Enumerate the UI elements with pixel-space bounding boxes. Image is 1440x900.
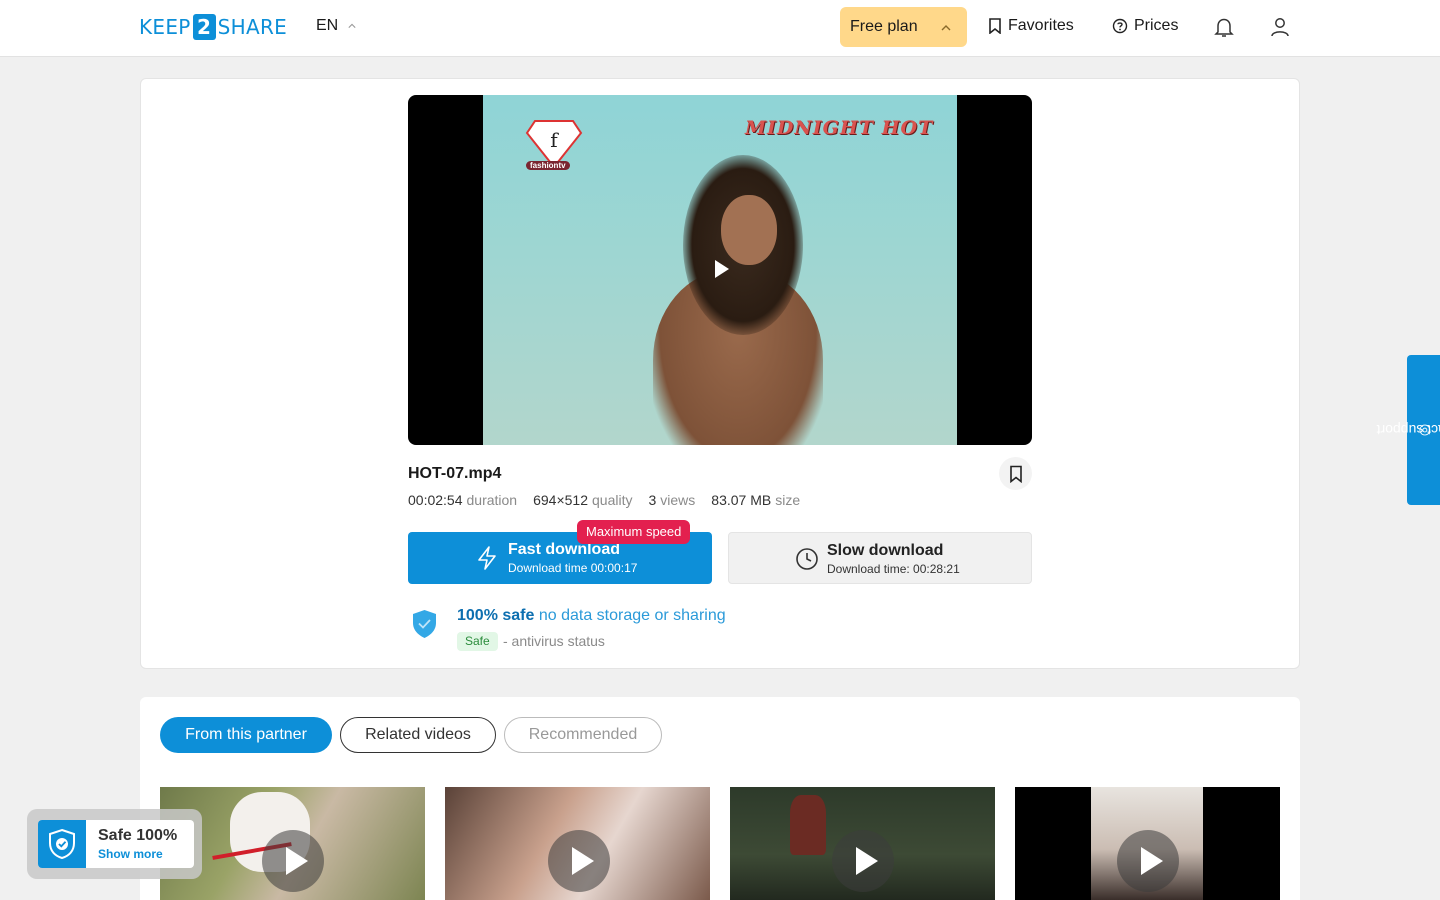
play-circle-icon[interactable] xyxy=(1117,830,1179,892)
size-meta: 83.07 MB size xyxy=(711,492,800,508)
chevron-up-icon xyxy=(348,23,356,28)
user-icon[interactable] xyxy=(1268,15,1292,39)
clock-icon xyxy=(796,548,818,570)
safe-widget-shield xyxy=(38,820,86,868)
play-circle-icon[interactable] xyxy=(832,830,894,892)
duration-meta: 00:02:54 duration xyxy=(408,492,517,508)
thumbnail-detail xyxy=(790,795,826,855)
maximum-speed-badge: Maximum speed xyxy=(577,520,691,544)
bell-icon[interactable] xyxy=(1212,15,1236,39)
tab-recommended[interactable]: Recommended xyxy=(504,717,662,753)
safe-widget[interactable]: Safe 100% Show more xyxy=(27,809,202,879)
shield-check-icon xyxy=(413,610,436,638)
logo-text-left: KEEP xyxy=(139,15,191,39)
add-to-favorites-button[interactable] xyxy=(999,457,1032,490)
duration-label: duration xyxy=(466,492,518,508)
midnight-hot-brand: MIDNIGHT HOT xyxy=(745,117,934,139)
views-meta: 3 views xyxy=(648,492,695,508)
play-circle-icon[interactable] xyxy=(262,830,324,892)
tab-related-videos[interactable]: Related videos xyxy=(340,717,496,753)
play-icon[interactable] xyxy=(714,259,730,279)
video-figure-face xyxy=(721,195,777,265)
question-circle-icon xyxy=(1112,18,1128,34)
safe-widget-box: Safe 100% Show more xyxy=(38,820,194,868)
antivirus-safe-badge: Safe xyxy=(457,632,498,651)
duration-value: 00:02:54 xyxy=(408,492,463,508)
size-label: size xyxy=(775,492,801,508)
slow-download-time: Download time: 00:28:21 xyxy=(827,562,960,576)
file-meta: 00:02:54 duration 694×512 quality 3 views 8… xyxy=(408,492,800,508)
safety-subline: no data storage or sharing xyxy=(538,607,726,624)
shield-check-icon xyxy=(49,828,75,860)
fast-download-time: Download time 00:00:17 xyxy=(508,561,638,575)
language-selector[interactable]: EN xyxy=(316,17,356,35)
free-plan-button[interactable]: Free plan xyxy=(840,7,967,47)
contact-support-text: contact support xyxy=(1375,422,1440,438)
slow-download-label: Slow download xyxy=(827,542,944,559)
favorites-link[interactable]: Favorites xyxy=(988,17,1074,35)
plan-label: Free plan xyxy=(850,18,918,35)
quality-meta: 694×512 quality xyxy=(533,492,632,508)
bookmark-icon xyxy=(989,18,1001,34)
prices-label: Prices xyxy=(1134,17,1179,34)
language-label: EN xyxy=(316,17,339,34)
contact-support-label: ◎ contact support xyxy=(1376,422,1440,438)
quality-value: 694×512 xyxy=(533,492,588,508)
logo-text-mid: 2 xyxy=(192,14,216,40)
play-circle-icon[interactable] xyxy=(548,830,610,892)
bookmark-icon xyxy=(1009,465,1022,483)
chevron-up-icon xyxy=(941,25,951,31)
tab-from-this-partner[interactable]: From this partner xyxy=(160,717,332,753)
quality-label: quality xyxy=(592,492,633,508)
safety-line: 100% safe no data storage or sharing xyxy=(457,607,726,625)
fashiontv-text: fashiontv xyxy=(526,161,570,170)
size-value: 83.07 MB xyxy=(711,492,772,508)
safe-widget-show-more[interactable]: Show more xyxy=(98,847,163,861)
safety-headline: 100% safe xyxy=(457,607,535,624)
views-label: views xyxy=(660,492,696,508)
antivirus-status-text: - antivirus status xyxy=(503,633,605,649)
top-header: KEEP 2 SHARE EN Free plan Favorites Prices xyxy=(0,0,1440,57)
file-title: HOT-07.mp4 xyxy=(408,465,502,482)
keep2share-logo[interactable]: KEEP 2 SHARE xyxy=(139,14,287,40)
favorites-label: Favorites xyxy=(1008,17,1074,34)
slow-download-button[interactable]: Slow download Download time: 00:28:21 xyxy=(728,532,1032,584)
contact-support-tab[interactable]: ◎ contact support xyxy=(1376,355,1440,505)
prices-link[interactable]: Prices xyxy=(1112,17,1178,35)
logo-text-right: SHARE xyxy=(217,15,288,39)
safe-widget-title: Safe 100% xyxy=(98,827,178,844)
views-value: 3 xyxy=(648,492,657,508)
lightning-icon xyxy=(478,546,496,570)
